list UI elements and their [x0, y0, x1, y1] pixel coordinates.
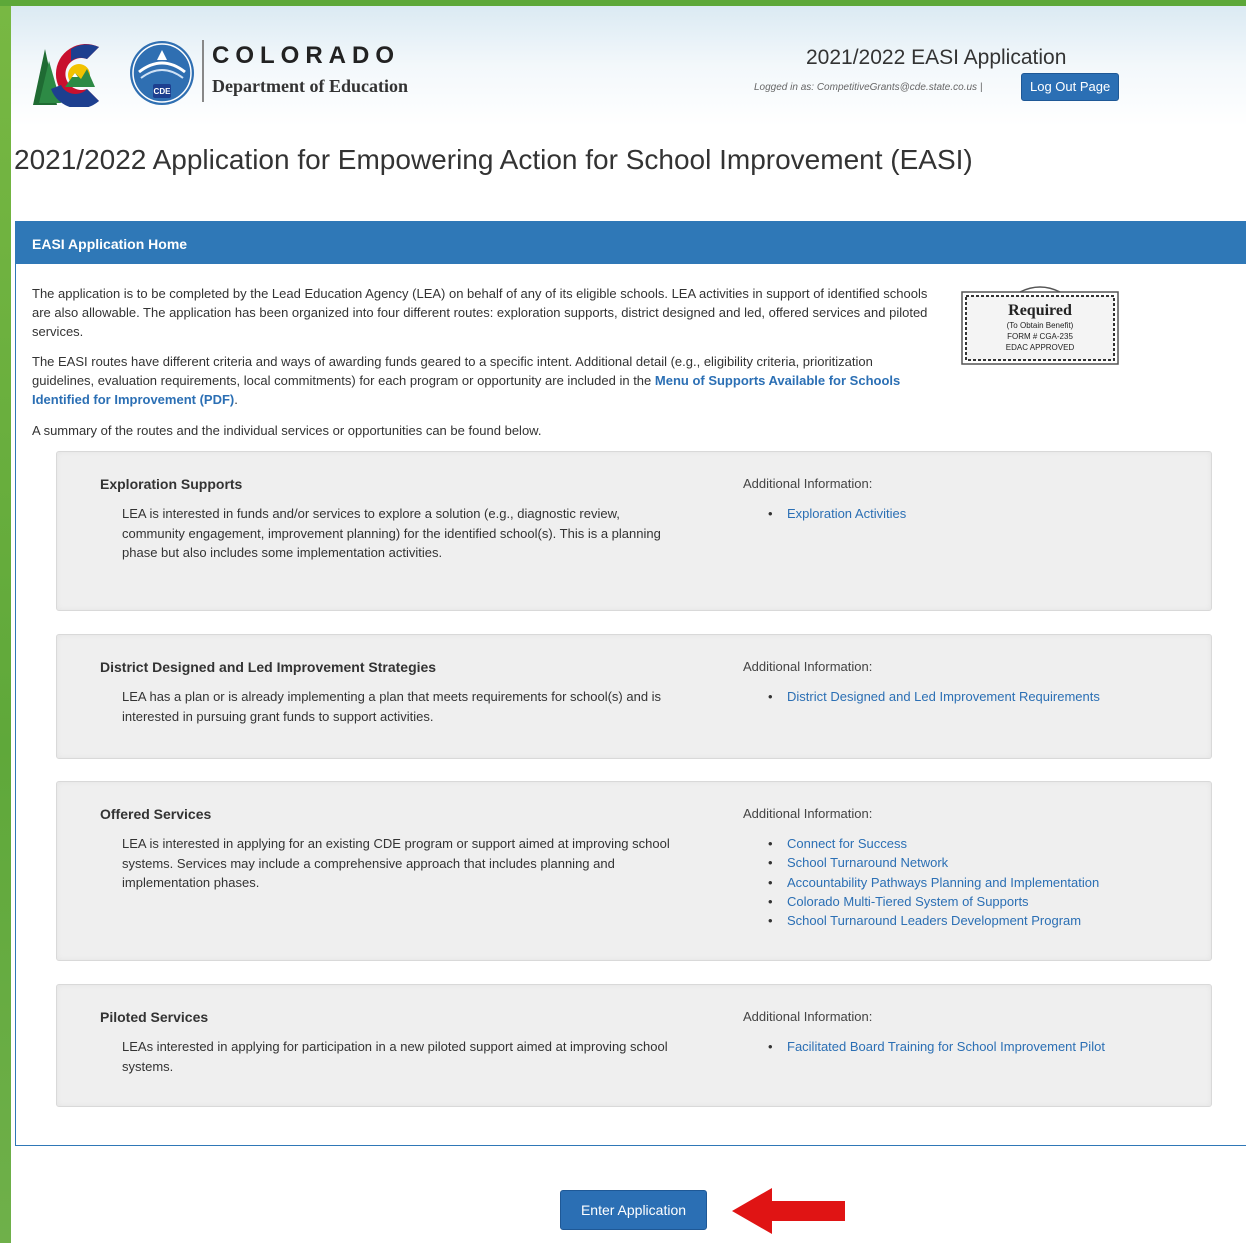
additional-info-list: • Connect for Success • School Turnaround … [762, 834, 1099, 930]
route-piloted-services: Piloted Services LEAs interested in appl… [56, 984, 1212, 1107]
info-link-text[interactable]: School Turnaround Network [787, 855, 948, 870]
additional-info-label: Additional Information: [743, 1009, 873, 1024]
left-accent-bar [0, 0, 11, 1243]
route-title: District Designed and Led Improvement St… [100, 659, 437, 675]
additional-info-label: Additional Information: [743, 476, 873, 491]
route-exploration-supports: Exploration Supports LEA is interested i… [56, 451, 1212, 611]
intro-paragraph-2: The EASI routes have different criteria … [32, 352, 922, 409]
route-offered-services: Offered Services LEA is interested in ap… [56, 781, 1212, 961]
logout-button[interactable]: Log Out Page [1021, 73, 1120, 101]
stamp-line-3: EDAC APPROVED [1006, 343, 1075, 352]
bullet-icon: • [768, 689, 773, 704]
cde-logo[interactable]: CDE COLORADO Department of Education [31, 36, 431, 111]
logo-divider [202, 40, 204, 102]
bullet-icon: • [768, 506, 773, 521]
badge-text: CDE [154, 87, 172, 96]
info-link-text[interactable]: Connect for Success [787, 836, 907, 851]
info-link[interactable]: • Exploration Activities [762, 504, 906, 523]
info-link-text[interactable]: School Turnaround Leaders Development Pr… [787, 913, 1081, 928]
intro-paragraph-2-end: . [234, 392, 238, 407]
info-link[interactable]: • Colorado Multi-Tiered System of Support… [762, 892, 1099, 911]
required-stamp-icon: Required (To Obtain Benefit) FORM # CGA-… [961, 286, 1119, 365]
stamp-line-2: FORM # CGA-235 [1007, 332, 1073, 341]
additional-info-label: Additional Information: [743, 806, 873, 821]
brand-state-name: COLORADO [212, 42, 400, 69]
logged-in-text: Logged in as: CompetitiveGrants@cde.stat… [754, 82, 983, 93]
info-link[interactable]: • School Turnaround Leaders Development P… [762, 911, 1099, 930]
bullet-icon: • [768, 836, 773, 851]
easi-home-panel: EASI Application Home The application is… [15, 221, 1246, 1146]
panel-header: EASI Application Home [16, 222, 1246, 264]
stamp-title: Required [1008, 302, 1072, 319]
additional-info-list: • District Designed and Led Improvement R… [762, 687, 1100, 706]
stamp-line-1: (To Obtain Benefit) [1007, 321, 1074, 330]
enter-application-button[interactable]: Enter Application [560, 1190, 707, 1230]
route-description: LEAs interested in applying for particip… [122, 1039, 668, 1074]
bullet-icon: • [768, 855, 773, 871]
brand-department: Department of Education [212, 76, 408, 96]
info-link[interactable]: • District Designed and Led Improvement R… [762, 687, 1100, 706]
info-link-text[interactable]: Accountability Pathways Planning and Imp… [787, 875, 1099, 890]
intro-paragraph-1: The application is to be completed by th… [32, 286, 928, 339]
info-link[interactable]: • Facilitated Board Training for School I… [762, 1037, 1105, 1056]
route-description: LEA is interested in funds and/or servic… [122, 506, 661, 560]
page-title: 2021/2022 Application for Empowering Act… [14, 144, 973, 175]
bullet-icon: • [768, 874, 773, 890]
bullet-icon: • [768, 913, 773, 929]
page: CDE COLORADO Department of Education 202… [11, 6, 1246, 1243]
route-description: LEA has a plan or is already implementin… [122, 689, 662, 724]
bullet-icon: • [768, 893, 773, 909]
red-arrow-icon [732, 1188, 845, 1234]
app-title: 2021/2022 EASI Application [806, 46, 1067, 69]
info-link[interactable]: • School Turnaround Network [762, 853, 1099, 872]
intro-paragraph-3: A summary of the routes and the individu… [32, 423, 542, 438]
route-district-designed: District Designed and Led Improvement St… [56, 634, 1212, 759]
info-link[interactable]: • Accountability Pathways Planning and Im… [762, 873, 1099, 892]
additional-info-label: Additional Information: [743, 659, 873, 674]
route-title: Exploration Supports [100, 476, 243, 492]
additional-info-list: • Exploration Activities [762, 504, 906, 523]
info-link-text[interactable]: Facilitated Board Training for School Im… [787, 1039, 1105, 1054]
route-title: Offered Services [100, 806, 212, 822]
colorado-flag-logo [33, 44, 99, 107]
route-title: Piloted Services [100, 1009, 209, 1025]
info-link-text[interactable]: Exploration Activities [787, 506, 906, 521]
additional-info-list: • Facilitated Board Training for School I… [762, 1037, 1105, 1056]
info-link-text[interactable]: Colorado Multi-Tiered System of Supports [787, 894, 1029, 909]
route-description: LEA is interested in applying for an exi… [122, 836, 670, 890]
info-link-text[interactable]: District Designed and Led Improvement Re… [787, 689, 1100, 704]
info-link[interactable]: • Connect for Success [762, 834, 1099, 853]
cde-badge-icon: CDE [130, 41, 194, 105]
panel-title: EASI Application Home [32, 236, 188, 252]
bullet-icon: • [768, 1039, 773, 1054]
